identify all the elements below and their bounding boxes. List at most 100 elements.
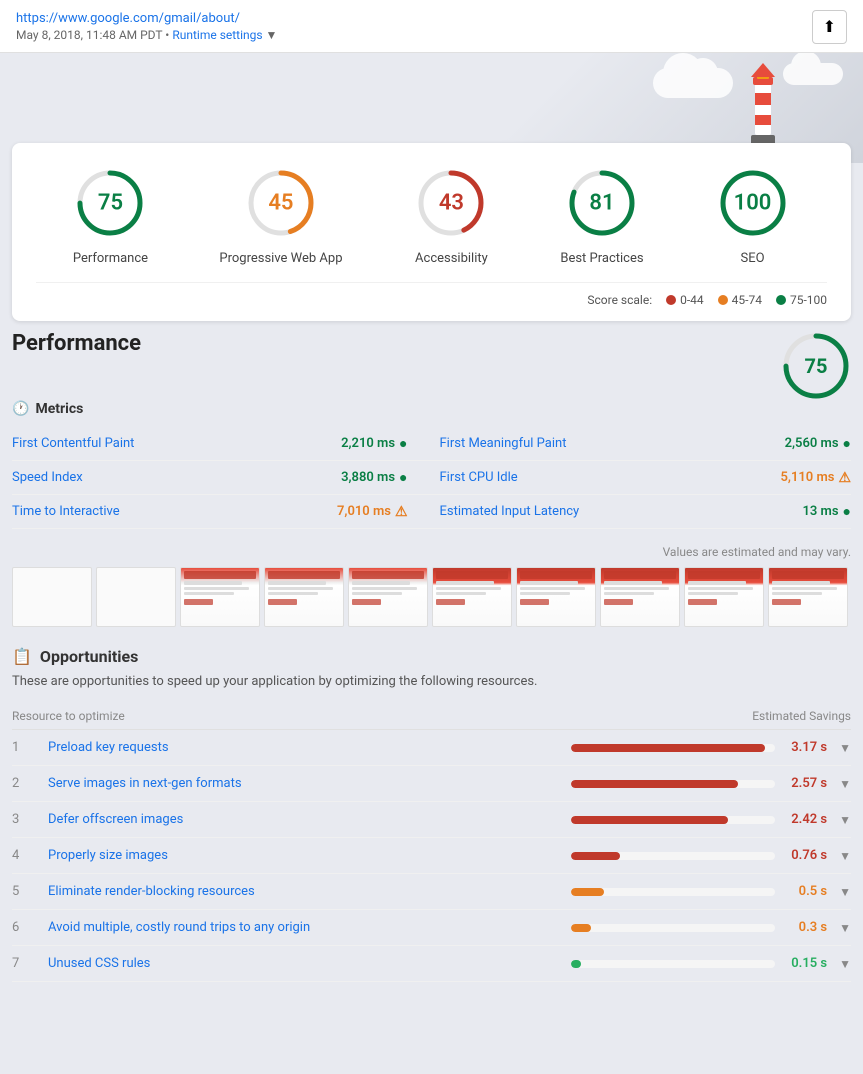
metrics-clock-icon: 🕐 xyxy=(12,401,29,417)
opp-bar xyxy=(571,852,620,860)
estimated-note: Values are estimated and may vary. xyxy=(12,545,851,559)
opp-row[interactable]: 7 Unused CSS rules 0.15 s ▼ xyxy=(12,946,851,982)
performance-title: Performance xyxy=(12,331,141,356)
opp-bar-bg xyxy=(571,816,775,824)
opp-bar xyxy=(571,960,581,968)
scale-red: 0-44 xyxy=(666,293,704,307)
perf-score-number: 75 xyxy=(805,354,828,378)
score-item-seo: 100 SEO xyxy=(713,163,793,266)
col-savings-header: Estimated Savings xyxy=(571,709,851,723)
scores-row: 75 Performance 45 Progressive Web App 43… xyxy=(36,163,827,266)
metric-row: First Contentful Paint 2,210 ms ● xyxy=(12,427,432,461)
score-label-best-practices: Best Practices xyxy=(560,251,643,266)
opportunities-description: These are opportunities to speed up your… xyxy=(12,674,851,689)
score-item-accessibility: 43 Accessibility xyxy=(411,163,491,266)
filmstrip xyxy=(12,567,851,627)
runtime-settings-link[interactable]: Runtime settings xyxy=(172,28,262,42)
opp-value: 0.3 s xyxy=(783,920,827,935)
metric-value: 3,880 ms ● xyxy=(341,469,407,486)
opp-value: 0.5 s xyxy=(783,884,827,899)
opp-bar-bg xyxy=(571,960,775,968)
metric-name: First Meaningful Paint xyxy=(440,436,567,451)
filmstrip-frame xyxy=(348,567,428,627)
scale-dot-orange xyxy=(718,295,728,305)
chevron-down-icon: ▼ xyxy=(839,957,851,971)
opp-bar-bg xyxy=(571,924,775,932)
metric-name: First Contentful Paint xyxy=(12,436,134,451)
metric-name: Speed Index xyxy=(12,470,83,485)
score-circle-seo: 100 xyxy=(713,163,793,243)
opp-savings-cell: 3.17 s ▼ xyxy=(571,740,851,755)
opp-row[interactable]: 6 Avoid multiple, costly round trips to … xyxy=(12,910,851,946)
opp-row[interactable]: 1 Preload key requests 3.17 s ▼ xyxy=(12,730,851,766)
opp-name: Unused CSS rules xyxy=(48,956,571,971)
opp-num: 3 xyxy=(12,812,48,827)
opp-value: 0.76 s xyxy=(783,848,827,863)
share-button[interactable]: ⬆ xyxy=(812,10,847,44)
opp-bar xyxy=(571,888,604,896)
opp-num: 6 xyxy=(12,920,48,935)
metric-value: 2,560 ms ● xyxy=(785,435,851,452)
metric-name: Estimated Input Latency xyxy=(440,504,580,519)
header-date: May 8, 2018, 11:48 AM PDT • Runtime sett… xyxy=(16,28,277,42)
filmstrip-img xyxy=(769,568,847,626)
scale-orange: 45-74 xyxy=(718,293,762,307)
score-num-seo: 100 xyxy=(734,191,772,216)
opp-value: 2.42 s xyxy=(783,812,827,827)
score-label-pwa: Progressive Web App xyxy=(219,251,342,266)
performance-score-circle: 75 xyxy=(781,331,851,401)
score-item-pwa: 45 Progressive Web App xyxy=(219,163,342,266)
page-header: https://www.google.com/gmail/about/ May … xyxy=(0,0,863,53)
opp-row[interactable]: 5 Eliminate render-blocking resources 0.… xyxy=(12,874,851,910)
score-circle-accessibility: 43 xyxy=(411,163,491,243)
chevron-down-icon: ▼ xyxy=(839,885,851,899)
opp-name: Defer offscreen images xyxy=(48,812,571,827)
opp-value: 3.17 s xyxy=(783,740,827,755)
chevron-down-icon: ▼ xyxy=(839,813,851,827)
opp-savings-cell: 0.5 s ▼ xyxy=(571,884,851,899)
opp-row[interactable]: 2 Serve images in next-gen formats 2.57 … xyxy=(12,766,851,802)
cloud-decoration-1 xyxy=(653,68,733,98)
filmstrip-img xyxy=(433,568,511,626)
score-item-performance: 75 Performance xyxy=(70,163,150,266)
scale-dot-red xyxy=(666,295,676,305)
score-label-seo: SEO xyxy=(740,251,764,266)
score-scale-label: Score scale: xyxy=(587,293,652,307)
metric-row: Time to Interactive 7,010 ms ⚠ xyxy=(12,495,432,529)
filmstrip-img xyxy=(181,568,259,626)
opp-name: Avoid multiple, costly round trips to an… xyxy=(48,920,571,935)
metrics-label: 🕐 Metrics xyxy=(12,401,851,417)
score-item-best-practices: 81 Best Practices xyxy=(560,163,643,266)
metric-name: Time to Interactive xyxy=(12,504,120,519)
opp-bar xyxy=(571,744,765,752)
opp-bar-bg xyxy=(571,852,775,860)
filmstrip-frame xyxy=(768,567,848,627)
opp-row[interactable]: 3 Defer offscreen images 2.42 s ▼ xyxy=(12,802,851,838)
lighthouse-icon xyxy=(723,63,803,153)
performance-section-header: Performance 75 xyxy=(12,331,851,401)
opp-row[interactable]: 4 Properly size images 0.76 s ▼ xyxy=(12,838,851,874)
main-content: Performance 75 🕐 Metrics First Contentfu… xyxy=(0,331,863,1002)
metric-value: 2,210 ms ● xyxy=(341,435,407,452)
metric-row: Speed Index 3,880 ms ● xyxy=(12,461,432,495)
opp-bar-bg xyxy=(571,780,775,788)
filmstrip-frame xyxy=(516,567,596,627)
chevron-down-icon: ▼ xyxy=(839,921,851,935)
opp-bar xyxy=(571,780,738,788)
metric-value: 13 ms ● xyxy=(802,503,851,520)
score-circle-pwa: 45 xyxy=(241,163,321,243)
scores-card: 75 Performance 45 Progressive Web App 43… xyxy=(12,143,851,321)
page-url[interactable]: https://www.google.com/gmail/about/ xyxy=(16,11,240,26)
filmstrip-frame xyxy=(600,567,680,627)
metric-row: First Meaningful Paint 2,560 ms ● xyxy=(432,427,852,461)
opp-savings-cell: 0.76 s ▼ xyxy=(571,848,851,863)
score-num-accessibility: 43 xyxy=(439,191,464,216)
score-num-best-practices: 81 xyxy=(589,191,614,216)
filmstrip-frame xyxy=(264,567,344,627)
score-circle-best-practices: 81 xyxy=(562,163,642,243)
metric-name: First CPU Idle xyxy=(440,470,518,485)
metric-row: Estimated Input Latency 13 ms ● xyxy=(432,495,852,529)
filmstrip-img xyxy=(601,568,679,626)
filmstrip-img xyxy=(517,568,595,626)
opp-table-body: 1 Preload key requests 3.17 s ▼ 2 Serve … xyxy=(12,730,851,982)
